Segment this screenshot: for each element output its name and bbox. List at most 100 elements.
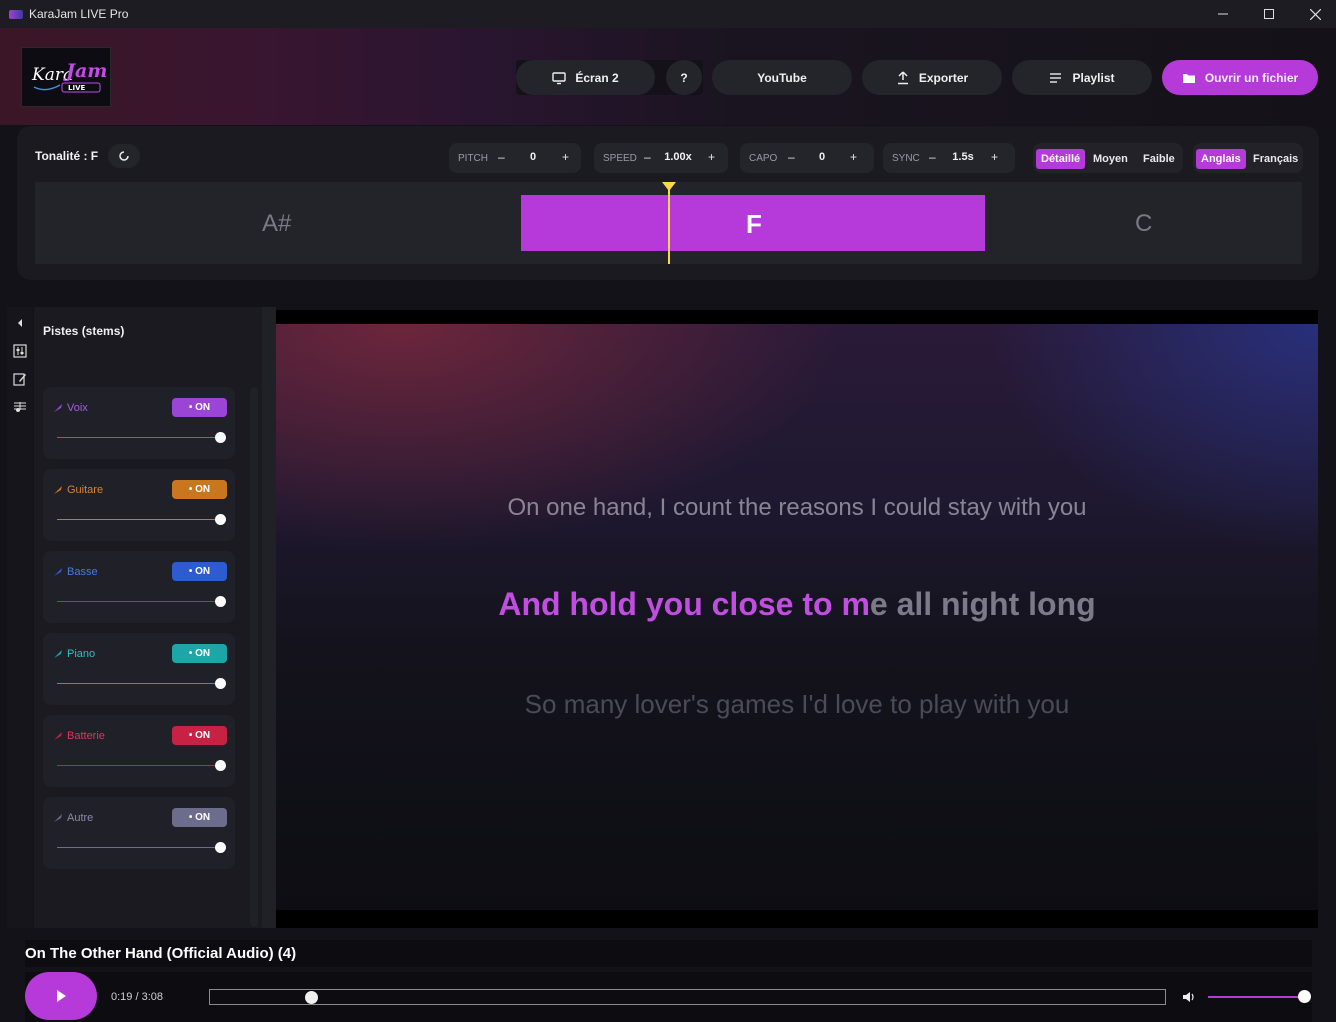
stem-volume-slider[interactable] (57, 437, 221, 438)
volume-icon[interactable] (1182, 990, 1196, 1004)
volume-handle[interactable] (1298, 990, 1311, 1003)
playback-time: 0:19 / 3:08 (111, 991, 163, 1003)
window-title: KaraJam LIVE Pro (29, 7, 129, 21)
stem-toggle[interactable]: • ON (172, 398, 227, 417)
edit-icon (13, 373, 26, 386)
playlist-button[interactable]: Playlist (1012, 60, 1152, 95)
minimize-icon (1218, 13, 1228, 15)
stems-scrollbar[interactable] (250, 387, 258, 927)
previous-key: A# (262, 210, 292, 237)
next-key: C (1135, 210, 1153, 237)
stem-card: Basse • ON (43, 551, 235, 623)
stem-volume-handle[interactable] (215, 842, 226, 853)
current-lyric-sung: And hold you close to m (498, 586, 870, 622)
stem-volume-slider[interactable] (57, 519, 221, 520)
stem-volume-handle[interactable] (215, 596, 226, 607)
sync-decrease-button[interactable]: – (929, 150, 936, 164)
stem-volume-slider[interactable] (57, 683, 221, 684)
microphone-icon (54, 404, 62, 412)
speed-value: 1.00x (664, 151, 692, 163)
speed-decrease-button[interactable]: – (644, 150, 651, 164)
sync-increase-button[interactable]: + (991, 150, 998, 164)
stem-toggle[interactable]: • ON (172, 808, 227, 827)
playlist-label: Playlist (1072, 70, 1115, 85)
stem-name: Guitare (67, 484, 104, 496)
close-icon (1309, 8, 1321, 20)
stem-toggle[interactable]: • ON (172, 644, 227, 663)
stem-volume-handle[interactable] (215, 432, 226, 443)
stem-name: Batterie (67, 730, 105, 742)
screen-2-button[interactable]: Écran 2 (516, 60, 655, 95)
app-header: Kara Jam LIVE Écran 2 ? YouTube Exporter… (0, 28, 1336, 125)
detail-option-low[interactable]: Faible (1138, 149, 1180, 169)
tonality-label: Tonalité : F (35, 149, 99, 163)
drum-icon (54, 732, 62, 740)
speed-label: SPEED (603, 153, 637, 164)
stem-name: Autre (67, 812, 94, 824)
title-bar: KaraJam LIVE Pro (0, 0, 1336, 28)
chevron-left-icon (18, 319, 22, 327)
guitar-icon (54, 486, 62, 494)
stem-card: Batterie • ON (43, 715, 235, 787)
speed-increase-button[interactable]: + (708, 150, 715, 164)
bass-guitar-icon (54, 568, 62, 576)
stem-volume-handle[interactable] (215, 678, 226, 689)
detail-option-detailed[interactable]: Détaillé (1036, 149, 1086, 169)
score-icon (14, 402, 26, 412)
capo-label: CAPO (749, 153, 778, 164)
export-button[interactable]: Exporter (862, 60, 1002, 95)
stem-volume-slider[interactable] (57, 765, 221, 766)
refresh-icon (119, 151, 129, 161)
panel-resize-handle[interactable] (262, 307, 276, 928)
stem-card: Guitare • ON (43, 469, 235, 541)
capo-increase-button[interactable]: + (850, 150, 857, 164)
volume-slider[interactable] (1208, 990, 1311, 1003)
open-file-button[interactable]: Ouvrir un fichier (1162, 60, 1318, 95)
karajam-logo: Kara Jam LIVE (21, 47, 111, 107)
stem-volume-slider[interactable] (57, 847, 221, 848)
progress-handle[interactable] (305, 991, 319, 1004)
detail-option-medium[interactable]: Moyen (1088, 149, 1133, 169)
collapse-panel-button[interactable] (7, 309, 33, 337)
minimize-button[interactable] (1200, 0, 1246, 28)
speed-control: SPEED – 1.00x + (594, 143, 728, 173)
song-title: On The Other Hand (Official Audio) (4) (25, 945, 297, 962)
current-key: F (746, 209, 762, 239)
side-tab-bar (7, 307, 33, 928)
capo-decrease-button[interactable]: – (788, 150, 795, 164)
tab-sheet-music[interactable] (7, 393, 33, 421)
stem-card: Voix • ON (43, 387, 235, 459)
song-title-bar: On The Other Hand (Official Audio) (4) (25, 940, 1312, 967)
open-file-label: Ouvrir un fichier (1204, 70, 1299, 85)
progress-bar[interactable] (209, 989, 1166, 1005)
lyrics-display: On one hand, I count the reasons I could… (276, 310, 1318, 928)
detail-level-selector: Détaillé Moyen Faible (1033, 143, 1183, 173)
stem-toggle[interactable]: • ON (172, 480, 227, 499)
pitch-control: PITCH – 0 + (449, 143, 581, 173)
tab-lyrics-edit[interactable] (7, 365, 33, 393)
pitch-increase-button[interactable]: + (562, 150, 569, 164)
stem-volume-slider[interactable] (57, 601, 221, 602)
pitch-decrease-button[interactable]: – (498, 150, 505, 164)
stem-volume-handle[interactable] (215, 514, 226, 525)
language-option-french[interactable]: Français (1248, 149, 1303, 169)
stem-name: Basse (67, 566, 98, 578)
tab-stems[interactable] (7, 337, 33, 365)
help-button[interactable]: ? (666, 60, 702, 95)
stem-toggle[interactable]: • ON (172, 562, 227, 581)
close-button[interactable] (1292, 0, 1336, 28)
stem-toggle[interactable]: • ON (172, 726, 227, 745)
stem-volume-handle[interactable] (215, 760, 226, 771)
app-icon (9, 9, 23, 19)
upload-icon (897, 70, 908, 84)
language-option-english[interactable]: Anglais (1196, 149, 1246, 169)
stem-card: Piano • ON (43, 633, 235, 705)
sync-label: SYNC (892, 153, 920, 164)
youtube-button[interactable]: YouTube (712, 60, 852, 95)
reset-tonality-button[interactable] (108, 144, 140, 168)
maximize-button[interactable] (1246, 0, 1292, 28)
piano-icon (54, 650, 62, 658)
capo-control: CAPO – 0 + (740, 143, 874, 173)
play-button[interactable] (25, 972, 97, 1020)
current-lyric-unsung: e all night long (869, 586, 1096, 622)
